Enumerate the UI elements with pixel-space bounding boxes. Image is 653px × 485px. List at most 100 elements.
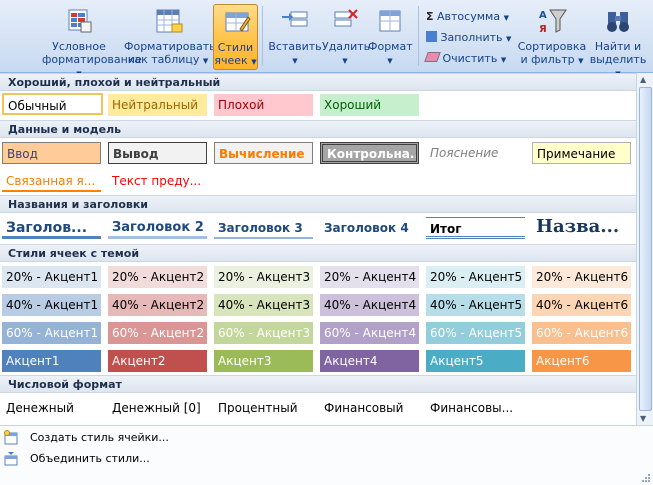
style-20-accent6[interactable]: 20% - Акцент6 bbox=[532, 266, 631, 288]
style-heading-1[interactable]: Заголов... bbox=[2, 217, 101, 239]
find-select-label: Найти и выделить bbox=[589, 40, 647, 66]
style-60-accent2[interactable]: 60% - Акцент2 bbox=[108, 322, 207, 344]
style-comma-0[interactable]: Финансовы... bbox=[426, 397, 525, 419]
style-20-accent3[interactable]: 20% - Акцент3 bbox=[214, 266, 313, 288]
find-select-button[interactable]: Найти и выделить ▼ bbox=[588, 4, 648, 78]
sort-filter-label: Сортировка и фильтр bbox=[517, 40, 587, 66]
style-40-accent1[interactable]: 40% - Акцент1 bbox=[2, 294, 101, 316]
style-percent[interactable]: Процентный bbox=[214, 397, 313, 419]
style-60-accent1[interactable]: 60% - Акцент1 bbox=[2, 322, 101, 344]
style-accent6[interactable]: Акцент6 bbox=[532, 350, 631, 372]
style-40-accent4[interactable]: 40% - Акцент4 bbox=[320, 294, 419, 316]
style-input[interactable]: Ввод bbox=[2, 142, 101, 164]
cell-styles-icon bbox=[225, 12, 251, 32]
format-as-table-icon bbox=[156, 9, 183, 33]
ribbon: Условное форматирование ▼ Форматировать … bbox=[0, 0, 653, 78]
create-cell-style-item[interactable]: Создать стиль ячейки... bbox=[0, 427, 636, 449]
style-40-accent2[interactable]: 40% - Акцент2 bbox=[108, 294, 207, 316]
merge-styles-item[interactable]: Объединить стили... bbox=[0, 448, 636, 470]
conditional-formatting-icon bbox=[68, 9, 92, 33]
style-accent1[interactable]: Акцент1 bbox=[2, 350, 101, 372]
insert-label: Вставить bbox=[268, 40, 322, 53]
cell-styles-button[interactable]: Стили ячеек ▼ bbox=[213, 4, 258, 70]
style-heading-2[interactable]: Заголовок 2 bbox=[108, 217, 207, 239]
clear-label: Очистить bbox=[442, 52, 498, 65]
style-accent5[interactable]: Акцент5 bbox=[426, 350, 525, 372]
merge-styles-label: Объединить стили... bbox=[30, 452, 150, 465]
delete-cells-icon bbox=[334, 9, 358, 27]
section-themed-header: Стили ячеек с темой bbox=[0, 244, 636, 262]
style-bad[interactable]: Плохой bbox=[214, 94, 313, 116]
style-60-accent6[interactable]: 60% - Акцент6 bbox=[532, 322, 631, 344]
style-20-accent2[interactable]: 20% - Акцент2 bbox=[108, 266, 207, 288]
resize-grip-icon[interactable] bbox=[641, 473, 651, 483]
scroll-up-icon[interactable]: ▲ bbox=[640, 75, 646, 84]
style-warning-text[interactable]: Текст преду... bbox=[108, 170, 207, 192]
format-label: Формат bbox=[368, 40, 413, 53]
gallery-scrollbar[interactable]: ▲ ▼ bbox=[636, 73, 653, 425]
style-output[interactable]: Вывод bbox=[108, 142, 207, 164]
style-comma[interactable]: Финансовый bbox=[320, 397, 419, 419]
format-cells-button[interactable]: Формат ▼ bbox=[368, 4, 413, 68]
format-as-table-button[interactable]: Форматировать как таблицу ▼ bbox=[124, 4, 216, 68]
style-neutral[interactable]: Нейтральный bbox=[108, 94, 207, 116]
style-40-accent5[interactable]: 40% - Акцент5 bbox=[426, 294, 525, 316]
section-titles-header: Названия и заголовки bbox=[0, 195, 636, 213]
delete-cells-button[interactable]: Удалить ▼ bbox=[322, 4, 371, 68]
merge-styles-icon bbox=[4, 452, 18, 466]
style-calculation[interactable]: Вычисление bbox=[214, 142, 313, 164]
format-cells-icon bbox=[379, 10, 401, 32]
style-20-accent5[interactable]: 20% - Акцент5 bbox=[426, 266, 525, 288]
clear-button[interactable]: Очистить ▼ bbox=[424, 50, 506, 68]
style-accent2[interactable]: Акцент2 bbox=[108, 350, 207, 372]
format-as-table-label: Форматировать как таблицу bbox=[124, 40, 216, 66]
style-linked-cell[interactable]: Связанная я... bbox=[2, 170, 101, 192]
section-good-bad-header: Хороший, плохой и нейтральный bbox=[0, 73, 636, 91]
fill-button[interactable]: Заполнить ▼ bbox=[426, 29, 511, 47]
style-60-accent3[interactable]: 60% - Акцент3 bbox=[214, 322, 313, 344]
sort-filter-icon: A Я bbox=[539, 9, 567, 35]
eraser-icon bbox=[424, 52, 441, 62]
sigma-icon: Σ bbox=[426, 10, 434, 23]
ribbon-separator bbox=[418, 6, 419, 66]
section-data-model-header: Данные и модель bbox=[0, 120, 636, 138]
style-60-accent4[interactable]: 60% - Акцент4 bbox=[320, 322, 419, 344]
insert-cells-button[interactable]: Вставить ▼ bbox=[268, 4, 322, 68]
style-20-accent1[interactable]: 20% - Акцент1 bbox=[2, 266, 101, 288]
style-good[interactable]: Хороший bbox=[320, 94, 419, 116]
style-currency[interactable]: Денежный bbox=[2, 397, 101, 419]
style-accent3[interactable]: Акцент3 bbox=[214, 350, 313, 372]
fill-label: Заполнить bbox=[440, 31, 503, 44]
svg-text:Я: Я bbox=[539, 24, 547, 35]
gallery-footer: Создать стиль ячейки... Объединить стили… bbox=[0, 425, 653, 485]
fill-down-icon bbox=[426, 31, 437, 42]
autosum-button[interactable]: Σ Автосумма ▼ bbox=[426, 8, 509, 26]
delete-label: Удалить bbox=[322, 40, 371, 53]
style-title[interactable]: Назва... bbox=[532, 213, 631, 241]
style-40-accent3[interactable]: 40% - Акцент3 bbox=[214, 294, 313, 316]
conditional-formatting-button[interactable]: Условное форматирование ▼ bbox=[42, 4, 142, 78]
new-style-icon bbox=[4, 430, 18, 445]
style-heading-4[interactable]: Заголовок 4 bbox=[320, 217, 419, 239]
style-accent4[interactable]: Акцент4 bbox=[320, 350, 419, 372]
style-20-accent4[interactable]: 20% - Акцент4 bbox=[320, 266, 419, 288]
style-normal[interactable]: Обычный bbox=[2, 93, 103, 115]
create-cell-style-label: Создать стиль ячейки... bbox=[30, 431, 169, 444]
style-explanatory[interactable]: Пояснение bbox=[426, 142, 525, 164]
style-40-accent6[interactable]: 40% - Акцент6 bbox=[532, 294, 631, 316]
autosum-label: Автосумма bbox=[437, 10, 501, 23]
style-60-accent5[interactable]: 60% - Акцент5 bbox=[426, 322, 525, 344]
style-check-cell[interactable]: Контрольна... bbox=[320, 142, 419, 164]
scroll-down-icon[interactable]: ▼ bbox=[640, 414, 646, 423]
binoculars-icon bbox=[607, 12, 629, 32]
insert-cells-icon bbox=[282, 11, 308, 27]
scroll-thumb[interactable] bbox=[639, 87, 652, 411]
sort-filter-button[interactable]: A Я Сортировка и фильтр ▼ bbox=[516, 4, 588, 68]
style-note[interactable]: Примечание bbox=[532, 142, 631, 164]
style-total[interactable]: Итог bbox=[426, 217, 525, 239]
cell-styles-label: Стили ячеек bbox=[214, 41, 254, 67]
style-heading-3[interactable]: Заголовок 3 bbox=[214, 217, 313, 239]
cell-styles-gallery: Хороший, плохой и нейтральный Обычный Не… bbox=[0, 73, 636, 425]
style-currency-0[interactable]: Денежный [0] bbox=[108, 397, 207, 419]
svg-text:A: A bbox=[539, 10, 547, 21]
